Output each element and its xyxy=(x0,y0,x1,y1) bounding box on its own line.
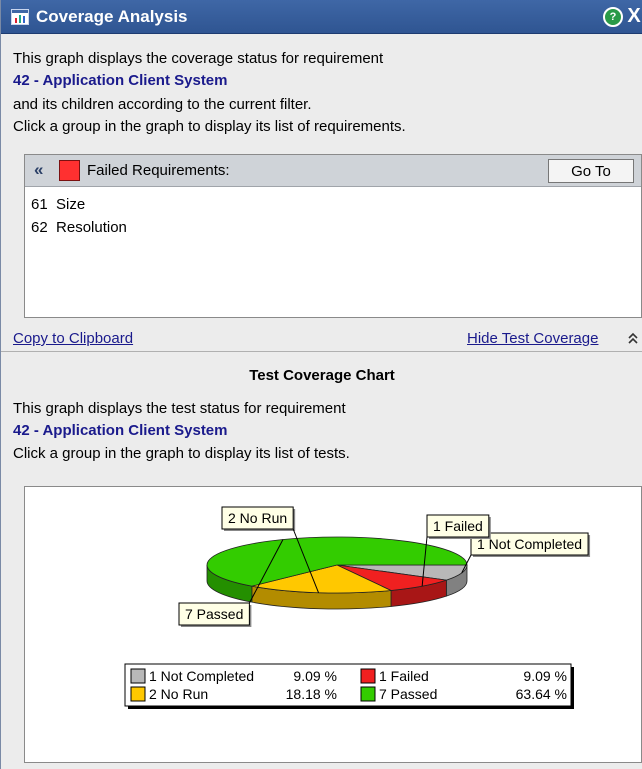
legend-swatch xyxy=(360,668,376,684)
divider xyxy=(1,351,642,352)
legend-label: 1 Not Completed xyxy=(149,668,254,684)
legend-percent: 63.64 % xyxy=(516,686,567,702)
copy-to-clipboard-link[interactable]: Copy to Clipboard xyxy=(13,330,133,347)
go-to-button[interactable]: Go To xyxy=(548,159,634,183)
test-chart-intro: This graph displays the test status for … xyxy=(13,400,346,417)
legend-label: 1 Failed xyxy=(379,668,429,684)
collapse-icon[interactable]: « xyxy=(34,160,43,180)
test-chart-requirement: 42 - Application Client System xyxy=(13,422,228,439)
callout-label: 7 Passed xyxy=(185,606,243,622)
list-item[interactable]: 62 Resolution xyxy=(31,219,127,236)
legend-swatch xyxy=(130,686,146,702)
legend-percent: 9.09 % xyxy=(293,668,337,684)
hide-test-coverage-link[interactable]: Hide Test Coverage xyxy=(467,330,598,347)
legend-label: 2 No Run xyxy=(149,686,208,702)
intro-filter-text: and its children according to the curren… xyxy=(13,96,312,113)
help-icon[interactable]: ? xyxy=(603,7,623,27)
callout-label: 2 No Run xyxy=(228,510,287,526)
legend-percent: 18.18 % xyxy=(286,686,337,702)
intro-click-hint: Click a group in the graph to display it… xyxy=(13,118,406,135)
title-bar: Coverage Analysis ? X xyxy=(1,0,642,34)
test-coverage-chart: 1 Not Completed 1 Failed 2 No Run 7 Passed 1… xyxy=(24,486,642,763)
failed-requirements-label: Failed Requirements: xyxy=(87,162,230,179)
requirements-panel: « Failed Requirements: Go To 61 Size 62 … xyxy=(24,154,642,318)
callout-label: 1 Not Completed xyxy=(477,536,582,552)
failed-swatch xyxy=(59,160,80,181)
callout-label: 1 Failed xyxy=(433,518,483,534)
list-item[interactable]: 61 Size xyxy=(31,196,85,213)
test-coverage-chart-title: Test Coverage Chart xyxy=(249,367,395,384)
legend-percent: 9.09 % xyxy=(523,668,567,684)
collapse-up-icon[interactable] xyxy=(627,331,639,348)
legend-swatch xyxy=(130,668,146,684)
requirement-name: 42 - Application Client System xyxy=(13,72,228,89)
pie-chart: 1 Not Completed 1 Failed 2 No Run 7 Passed 1… xyxy=(124,506,591,709)
test-chart-click-hint: Click a group in the graph to display it… xyxy=(13,445,350,462)
close-button[interactable]: X xyxy=(625,4,642,28)
intro-text: This graph displays the coverage status … xyxy=(13,50,384,67)
legend-label: 7 Passed xyxy=(379,686,437,702)
requirements-panel-header: « Failed Requirements: Go To xyxy=(25,155,641,187)
coverage-analysis-window: Coverage Analysis ? X This graph display… xyxy=(0,0,642,769)
chart-app-icon xyxy=(11,9,29,25)
window-title: Coverage Analysis xyxy=(36,7,188,26)
legend-swatch xyxy=(360,686,376,702)
legend-item-not-completed[interactable]: 1 Not Completed 9.09 % xyxy=(130,668,337,684)
